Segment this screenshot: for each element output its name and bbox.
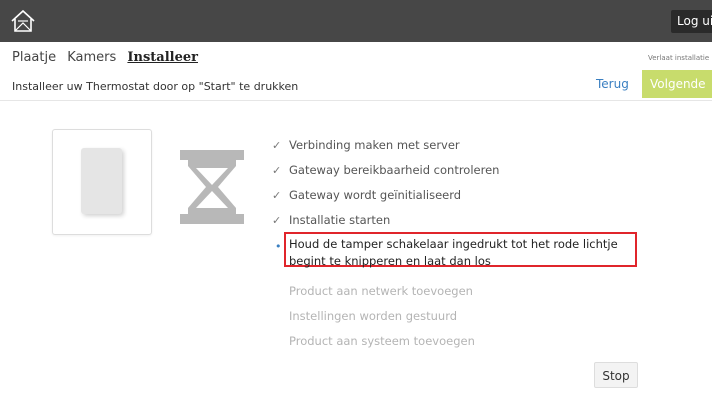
nav-item-installeer[interactable]: Installeer: [127, 50, 198, 65]
nav-item-kamers[interactable]: Kamers: [67, 50, 116, 65]
product-image-card: [52, 129, 152, 235]
step-done: ✓ Installatie starten: [272, 213, 391, 227]
checkmark-icon: ✓: [272, 164, 282, 177]
step-pending: Instellingen worden gestuurd: [289, 309, 458, 323]
home-logo-icon[interactable]: [10, 9, 36, 33]
next-button[interactable]: Volgende: [642, 70, 712, 98]
leave-installation-link[interactable]: Verlaat installatie: [648, 54, 712, 62]
current-step-text: Houd de tamper schakelaar ingedrukt tot …: [289, 237, 618, 268]
step-done: ✓ Gateway wordt geïnitialiseerd: [272, 188, 462, 202]
checkmark-icon: ✓: [272, 189, 282, 202]
nav-item-plaatje[interactable]: Plaatje: [12, 50, 56, 65]
step-done: ✓ Gateway bereikbaarheid controleren: [272, 163, 500, 177]
breadcrumb-nav: Plaatje Kamers Installeer: [12, 50, 205, 65]
checkmark-icon: ✓: [272, 139, 282, 152]
current-step-bullet-icon: •: [275, 240, 282, 253]
checkmark-icon: ✓: [272, 214, 282, 227]
logout-button[interactable]: Log uit: [671, 10, 712, 33]
hourglass-icon: [180, 150, 244, 224]
thermostat-device-image: [81, 148, 122, 214]
page-instruction: Installeer uw Thermostat door op "Start"…: [12, 80, 299, 93]
stop-button[interactable]: Stop: [594, 362, 638, 388]
back-button[interactable]: Terug: [596, 77, 629, 91]
step-pending: Product aan systeem toevoegen: [289, 334, 475, 348]
top-bar: Log uit: [0, 0, 712, 42]
divider: [0, 100, 712, 101]
step-pending: Product aan netwerk toevoegen: [289, 284, 473, 298]
step-done: ✓ Verbinding maken met server: [272, 138, 460, 152]
